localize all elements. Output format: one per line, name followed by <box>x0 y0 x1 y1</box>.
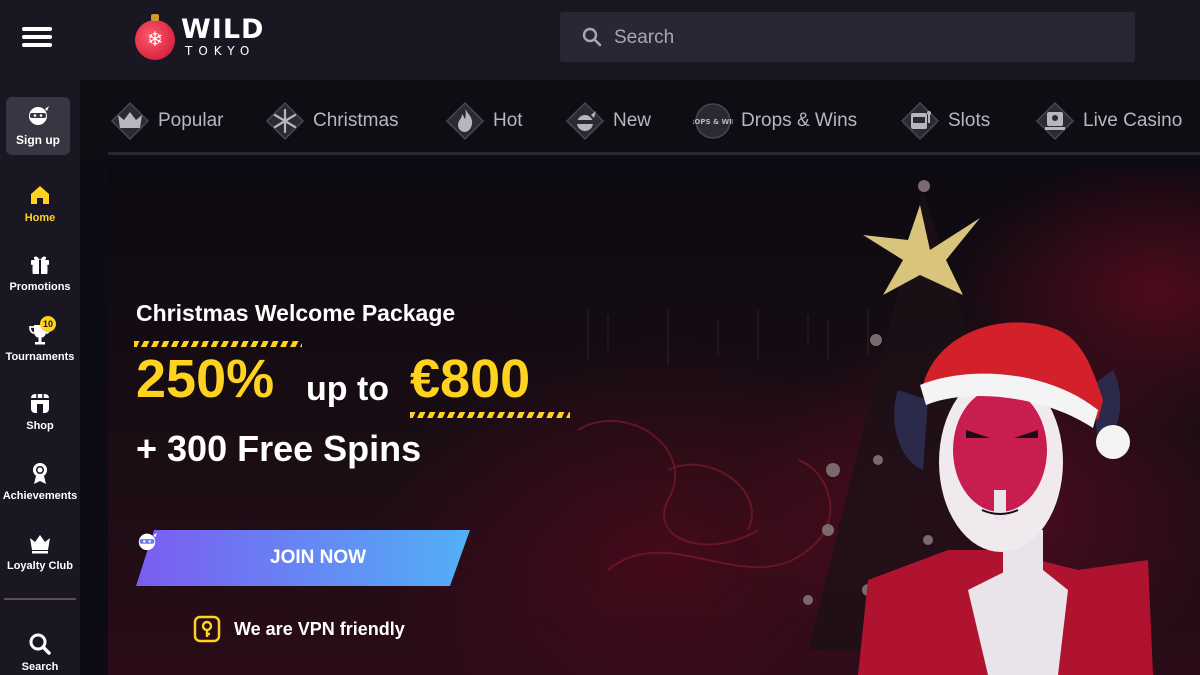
sidebar-item-achievements[interactable]: Achievements <box>0 461 80 502</box>
category-label: Christmas <box>313 110 399 131</box>
category-label: Live Casino <box>1083 110 1183 131</box>
crown-icon <box>30 535 50 554</box>
sidebar-item-home[interactable]: Home <box>0 183 80 224</box>
ninja-icon <box>565 101 605 141</box>
category-christmas[interactable]: Christmas <box>265 100 399 142</box>
sign-up-label: Sign up <box>16 133 60 147</box>
sidebar: Sign up Home Promotions 10 Tournaments S… <box>0 80 80 675</box>
sidebar-item-loyalty-club[interactable]: Loyalty Club <box>0 531 80 572</box>
category-label: Popular <box>158 110 224 131</box>
top-bar: ❄ WILD TOKYO Search <box>0 0 1200 80</box>
drops-wins-icon: DROPS & WINS <box>693 103 733 139</box>
logo-wordmark-top: WILD <box>181 14 265 45</box>
sidebar-item-label: Tournaments <box>5 351 75 363</box>
flame-icon <box>445 101 485 141</box>
sidebar-item-promotions[interactable]: Promotions <box>0 252 80 293</box>
search-icon <box>582 27 602 47</box>
category-label: Slots <box>948 110 991 131</box>
logo-wordmark-bottom: TOKYO <box>185 44 256 58</box>
join-now-label: JOIN NOW <box>270 547 367 568</box>
sidebar-item-tournaments[interactable]: 10 Tournaments <box>0 316 80 363</box>
home-icon <box>31 186 49 204</box>
category-live-casino[interactable]: Live Casino <box>1035 100 1182 142</box>
sidebar-item-shop[interactable]: Shop <box>0 391 80 432</box>
crown-icon <box>110 101 150 141</box>
sidebar-item-label: Home <box>24 212 56 224</box>
promo-free-spins: + 300 Free Spins <box>136 428 422 469</box>
category-popular[interactable]: Popular <box>110 100 224 142</box>
banner-artwork <box>577 180 1153 675</box>
snowflake-icon <box>265 101 305 141</box>
category-label: Hot <box>493 110 523 131</box>
ninja-icon <box>29 106 49 125</box>
sidebar-divider <box>4 598 76 600</box>
tournaments-badge: 10 <box>40 316 56 332</box>
promo-amount: €800 <box>410 349 531 409</box>
gift-icon <box>31 256 49 274</box>
category-drops-wins[interactable]: DROPS & WINS Drops & Wins <box>693 100 857 142</box>
search-input[interactable]: Search <box>560 12 1135 62</box>
stripe-decoration <box>134 341 302 347</box>
join-now-button[interactable]: JOIN NOW <box>136 530 470 586</box>
sidebar-item-label: Achievements <box>2 490 78 502</box>
vpn-friendly-note: We are VPN friendly <box>192 613 405 645</box>
search-icon <box>29 633 51 655</box>
category-nav: Popular Christmas Hot New DROPS & WINS <box>80 80 1200 158</box>
ornament-icon: ❄ <box>135 14 175 60</box>
sidebar-item-label: Promotions <box>9 281 71 293</box>
promo-banner[interactable]: Christmas Welcome Package 250% up to €80… <box>108 170 1200 675</box>
promo-up-to: up to <box>306 370 390 408</box>
category-label: New <box>613 110 652 131</box>
category-slots[interactable]: Slots <box>900 100 990 142</box>
sidebar-item-search[interactable]: Search <box>0 632 80 673</box>
category-new[interactable]: New <box>565 100 651 142</box>
svg-text:DROPS & WINS: DROPS & WINS <box>693 118 733 126</box>
sidebar-item-label: Shop <box>26 420 54 432</box>
sign-up-button[interactable]: Sign up <box>6 97 70 155</box>
category-hot[interactable]: Hot <box>445 100 523 142</box>
shop-icon <box>31 394 49 413</box>
vpn-label: We are VPN friendly <box>234 618 405 639</box>
ninja-icon <box>138 532 158 551</box>
sidebar-item-label: Search <box>21 661 59 673</box>
vpn-key-icon <box>193 615 221 643</box>
wild-tokyo-logo[interactable]: ❄ WILD TOKYO <box>135 12 275 64</box>
medal-icon <box>33 463 47 484</box>
category-label: Drops & Wins <box>741 110 858 131</box>
slot-machine-icon <box>900 101 940 141</box>
stripe-decoration <box>410 412 570 418</box>
sidebar-item-label: Loyalty Club <box>6 560 73 572</box>
category-nav-divider <box>108 152 1200 155</box>
menu-icon[interactable] <box>22 27 54 49</box>
promo-title: Christmas Welcome Package <box>136 300 456 326</box>
promo-percent: 250% <box>136 349 275 409</box>
search-placeholder: Search <box>614 27 675 48</box>
live-dealer-icon <box>1035 101 1075 141</box>
